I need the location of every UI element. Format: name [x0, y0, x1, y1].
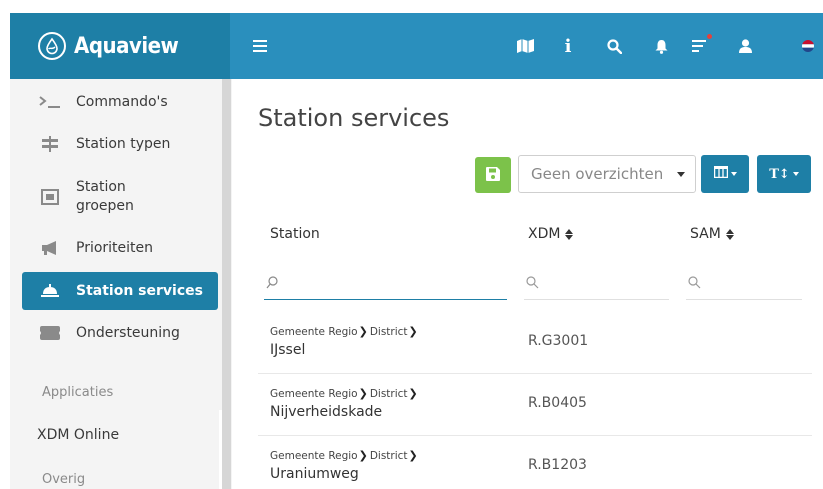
overview-select-value: Geen overzichten — [531, 165, 664, 183]
text-height-icon: T↕ — [769, 166, 790, 182]
column-toggle-button[interactable] — [701, 155, 749, 193]
table-row[interactable]: Gemeente Regio ❯ District ❯ Uraniumweg R.B1… — [258, 436, 812, 489]
flag-nl-icon[interactable] — [802, 37, 814, 55]
sort-icon — [565, 228, 574, 240]
sort-icon — [725, 228, 734, 240]
xdm-value: R.B0405 — [528, 395, 587, 411]
terminal-icon — [38, 95, 62, 109]
task-list-icon[interactable] — [692, 34, 712, 55]
table-row[interactable]: Gemeente Regio ❯ District ❯ IJssel R.G3001 — [258, 312, 812, 374]
breadcrumb: Gemeente Regio ❯ District ❯ — [270, 325, 418, 338]
top-navbar: i — [230, 13, 823, 79]
megaphone-icon — [38, 240, 62, 256]
sidebar-link-xdm-online[interactable]: XDM Online — [37, 427, 119, 443]
info-icon[interactable]: i — [562, 36, 574, 57]
map-icon[interactable] — [516, 37, 534, 55]
water-drop-logo-icon — [38, 32, 66, 60]
notification-dot — [707, 34, 712, 39]
sidebar-item-station-typen[interactable]: Station typen — [10, 133, 232, 155]
menu-icon[interactable] — [252, 37, 268, 55]
brand[interactable]: Aquaview — [10, 13, 230, 79]
save-icon — [486, 166, 500, 185]
chevron-right-icon: ❯ — [358, 325, 368, 338]
sidebar-item-label: Station typen — [76, 135, 171, 152]
column-header-sam[interactable]: SAM — [690, 226, 734, 242]
sidebar-item-commandos[interactable]: Commando's — [10, 91, 232, 113]
breadcrumb: Gemeente Regio ❯ District ❯ — [270, 449, 418, 462]
sidebar-section-applicaties: Applicaties — [42, 385, 114, 400]
sidebar-section-overig: Overig — [42, 472, 86, 487]
chevron-down-icon — [730, 172, 737, 176]
chevron-right-icon: ❯ — [408, 449, 418, 462]
chevron-right-icon: ❯ — [358, 387, 368, 400]
sidebar-item-label: Commando's — [76, 93, 168, 110]
chevron-down-icon — [677, 172, 685, 177]
columns-icon — [713, 165, 728, 182]
xdm-value: R.B1203 — [528, 457, 587, 473]
sidebar-item-label: Prioriteiten — [76, 239, 154, 256]
text-size-button[interactable]: T↕ — [757, 155, 811, 193]
sidebar-item-station-services[interactable]: Station services — [22, 272, 218, 310]
table-row[interactable]: Gemeente Regio ❯ District ❯ Nijverheidskade… — [258, 374, 812, 436]
user-icon[interactable] — [738, 37, 752, 55]
station-name: Nijverheidskade — [270, 404, 383, 420]
save-button[interactable] — [475, 157, 511, 193]
sam-filter[interactable] — [686, 262, 802, 300]
sidebar-item-prioriteiten[interactable]: Prioriteiten — [10, 237, 232, 259]
station-filter-input[interactable] — [264, 262, 507, 299]
xdm-filter[interactable] — [524, 262, 669, 300]
signpost-icon — [38, 136, 62, 152]
xdm-filter-input[interactable] — [524, 262, 669, 299]
sidebar-item-label: Station services — [76, 282, 203, 299]
xdm-value: R.G3001 — [528, 333, 589, 349]
ticket-icon — [38, 326, 62, 340]
sidebar-item-label: Station groepen — [76, 179, 134, 214]
page-title: Station services — [258, 104, 450, 132]
sidebar-item-ondersteuning[interactable]: Ondersteuning — [10, 322, 232, 344]
chevron-down-icon — [792, 172, 799, 176]
column-header-station[interactable]: Station — [270, 226, 320, 242]
sidebar-scrollbar[interactable] — [222, 79, 231, 489]
column-header-xdm[interactable]: XDM — [528, 226, 574, 242]
chevron-right-icon: ❯ — [358, 449, 368, 462]
sidebar: Commando's Station typen Station groepen… — [10, 79, 232, 489]
sam-filter-input[interactable] — [686, 262, 802, 299]
brand-name: Aquaview — [74, 33, 179, 59]
station-name: Uraniumweg — [270, 466, 359, 482]
search-icon[interactable] — [606, 37, 622, 55]
scrollbar-track-gap — [219, 410, 222, 489]
bell-icon[interactable] — [654, 37, 668, 55]
breadcrumb: Gemeente Regio ❯ District ❯ — [270, 387, 418, 400]
overview-select[interactable]: Geen overzichten — [518, 155, 696, 193]
sidebar-item-label: Ondersteuning — [76, 324, 180, 341]
sidebar-item-station-groepen[interactable]: Station groepen — [10, 177, 232, 217]
chevron-right-icon: ❯ — [408, 387, 418, 400]
chevron-right-icon: ❯ — [408, 325, 418, 338]
service-bell-icon — [38, 284, 62, 298]
station-filter[interactable] — [264, 262, 507, 300]
station-group-icon — [38, 189, 62, 205]
station-name: IJssel — [270, 342, 306, 358]
